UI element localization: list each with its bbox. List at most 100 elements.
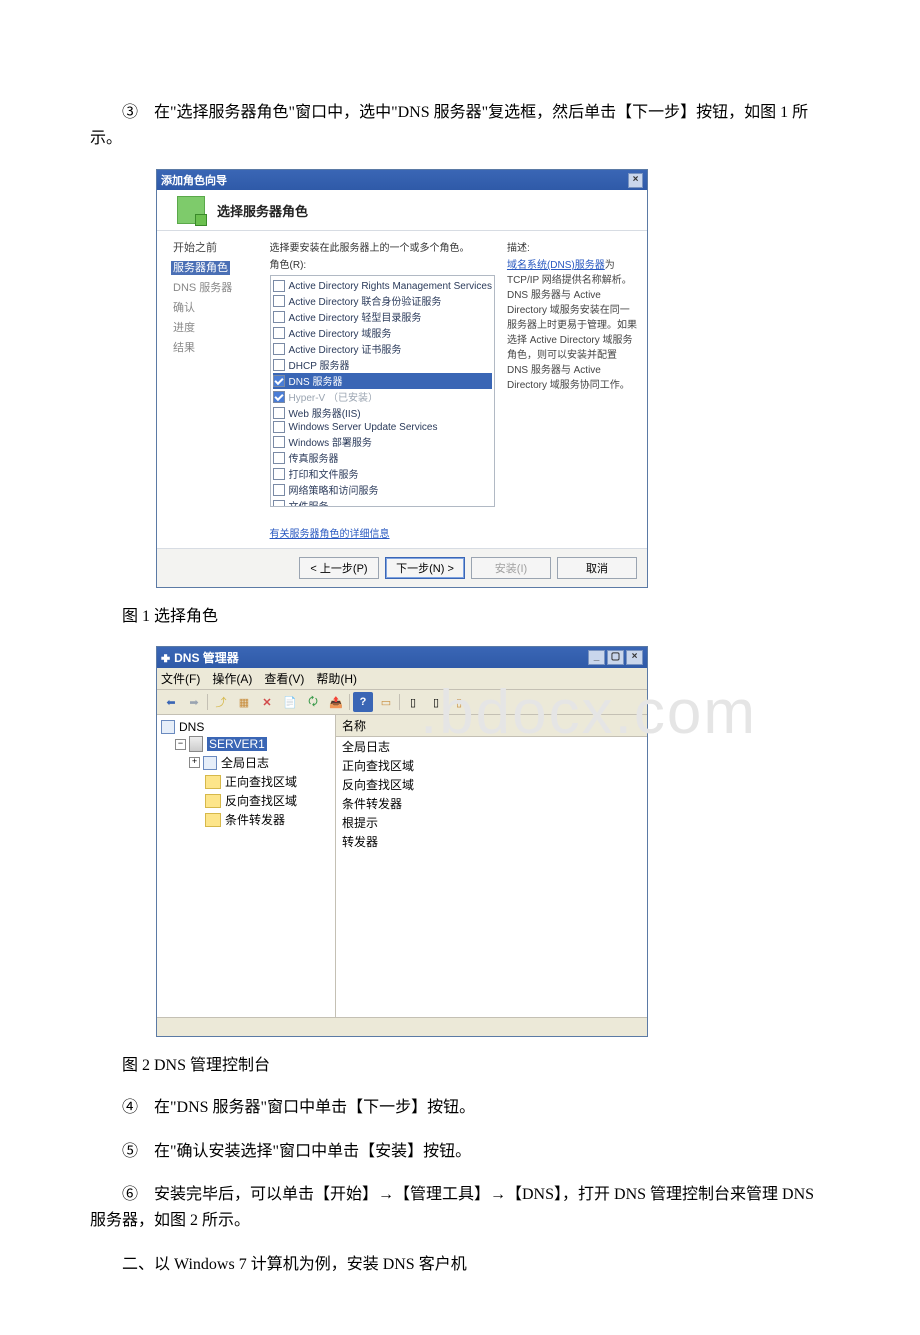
export-icon[interactable]: 📤 bbox=[326, 692, 346, 712]
dns-menubar: 文件(F) 操作(A) 查看(V) 帮助(H) bbox=[157, 668, 647, 690]
role-checkbox-item[interactable]: DHCP 服务器 bbox=[273, 357, 492, 373]
role-checkbox-item[interactable]: Active Directory 域服务 bbox=[273, 325, 492, 341]
view3-icon[interactable]: ▯ bbox=[449, 692, 469, 712]
folder-icon bbox=[205, 775, 221, 789]
checkbox-icon[interactable] bbox=[273, 359, 285, 371]
tree-reverse-zones[interactable]: 反向查找区域 bbox=[161, 791, 331, 810]
role-checkbox-item[interactable]: Active Directory 联合身份验证服务 bbox=[273, 293, 492, 309]
minimize-icon[interactable]: _ bbox=[588, 650, 605, 665]
close-icon[interactable]: × bbox=[626, 650, 643, 665]
menu-help[interactable]: 帮助(H) bbox=[316, 670, 357, 687]
up-icon[interactable]: ⤴ bbox=[211, 692, 231, 712]
list-item[interactable]: 正向查找区域 bbox=[336, 756, 647, 775]
checkbox-icon bbox=[273, 391, 285, 403]
menu-action[interactable]: 操作(A) bbox=[212, 670, 252, 687]
checkbox-icon[interactable] bbox=[273, 407, 285, 419]
list-item[interactable]: 根提示 bbox=[336, 813, 647, 832]
role-label: Active Directory 轻型目录服务 bbox=[289, 309, 422, 324]
tree-server[interactable]: − SERVER1 bbox=[161, 735, 331, 753]
nav-results[interactable]: 结果 bbox=[173, 339, 264, 355]
tree-global-logs[interactable]: + 全局日志 bbox=[161, 753, 331, 772]
list-item[interactable]: 转发器 bbox=[336, 832, 647, 851]
checkbox-icon[interactable] bbox=[273, 327, 285, 339]
role-checkbox-item[interactable]: Active Directory 轻型目录服务 bbox=[273, 309, 492, 325]
screenshot-add-roles-wizard: 添加角色向导 × 选择服务器角色 开始之前 服务器角色 DNS 服务器 确认 进… bbox=[156, 169, 648, 588]
collapse-icon[interactable]: − bbox=[175, 739, 186, 750]
properties-icon[interactable]: 📄 bbox=[280, 692, 300, 712]
tree-conditional-forwarders[interactable]: 条件转发器 bbox=[161, 810, 331, 829]
list-item[interactable]: 反向查找区域 bbox=[336, 775, 647, 794]
role-checkbox-item[interactable]: Windows Server Update Services bbox=[273, 421, 492, 434]
wizard-footer: < 上一步(P) 下一步(N) > 安装(I) 取消 bbox=[157, 548, 647, 587]
nav-before-begin[interactable]: 开始之前 bbox=[173, 239, 264, 255]
paragraph-step-6: ⑥ 安装完毕后，可以单击【开始】→【管理工具】→【DNS】，打开 DNS 管理控… bbox=[90, 1182, 830, 1233]
role-checkbox-item[interactable]: DNS 服务器 bbox=[273, 373, 492, 389]
tree-root[interactable]: DNS bbox=[161, 719, 331, 735]
nav-progress[interactable]: 进度 bbox=[173, 319, 264, 335]
wizard-header-icon bbox=[177, 196, 205, 224]
view1-icon[interactable]: ▯ bbox=[403, 692, 423, 712]
maximize-icon[interactable]: ▢ bbox=[607, 650, 624, 665]
nav-dns-server[interactable]: DNS 服务器 bbox=[173, 279, 264, 295]
nav-confirm[interactable]: 确认 bbox=[173, 299, 264, 315]
checkbox-icon[interactable] bbox=[273, 421, 285, 433]
checkbox-icon[interactable] bbox=[273, 295, 285, 307]
role-checkbox-item[interactable]: Active Directory Rights Management Servi… bbox=[273, 280, 492, 293]
checkbox-icon[interactable] bbox=[273, 280, 285, 292]
role-checkbox-item[interactable]: 传真服务器 bbox=[273, 450, 492, 466]
role-checkbox-item: Hyper-V （已安装） bbox=[273, 389, 492, 405]
checkbox-icon[interactable] bbox=[273, 343, 285, 355]
checkbox-icon[interactable] bbox=[273, 452, 285, 464]
paragraph-step-5: ⑤ 在"确认安装选择"窗口中单击【安装】按钮。 bbox=[90, 1139, 830, 1165]
menu-view[interactable]: 查看(V) bbox=[264, 670, 304, 687]
dns-icon bbox=[161, 720, 175, 734]
filter1-icon[interactable]: ▭ bbox=[376, 692, 396, 712]
role-checkbox-item[interactable]: Web 服务器(IIS) bbox=[273, 405, 492, 421]
wizard-title: 添加角色向导 bbox=[161, 172, 227, 188]
figure-1-caption: 图 1 选择角色 bbox=[90, 602, 830, 626]
dns-window-title: DNS 管理器 bbox=[174, 651, 239, 665]
previous-button[interactable]: < 上一步(P) bbox=[299, 557, 379, 579]
dns-tree[interactable]: DNS − SERVER1 + 全局日志 正向查找区域 bbox=[157, 715, 336, 1017]
role-label: 文件服务 bbox=[289, 498, 329, 507]
checkbox-icon[interactable] bbox=[273, 375, 285, 387]
delete-icon[interactable]: ✕ bbox=[257, 692, 277, 712]
roles-more-link[interactable]: 有关服务器角色的详细信息 bbox=[270, 525, 495, 540]
expand-icon[interactable]: + bbox=[189, 757, 200, 768]
checkbox-icon[interactable] bbox=[273, 468, 285, 480]
checkbox-icon[interactable] bbox=[273, 311, 285, 323]
logs-icon bbox=[203, 756, 217, 770]
nav-server-roles[interactable]: 服务器角色 bbox=[171, 261, 230, 275]
checkbox-icon[interactable] bbox=[273, 484, 285, 496]
view2-icon[interactable]: ▯ bbox=[426, 692, 446, 712]
close-icon[interactable]: × bbox=[628, 173, 643, 188]
help-icon[interactable]: ? bbox=[353, 692, 373, 712]
checkbox-icon[interactable] bbox=[273, 436, 285, 448]
wizard-header-title: 选择服务器角色 bbox=[217, 201, 308, 220]
wizard-header: 选择服务器角色 bbox=[157, 190, 647, 231]
role-checkbox-item[interactable]: 打印和文件服务 bbox=[273, 466, 492, 482]
role-checkbox-item[interactable]: 网络策略和访问服务 bbox=[273, 482, 492, 498]
list-item[interactable]: 条件转发器 bbox=[336, 794, 647, 813]
next-button[interactable]: 下一步(N) > bbox=[385, 557, 465, 579]
role-label: Hyper-V （已安装） bbox=[289, 389, 378, 404]
description-link[interactable]: 域名系统(DNS)服务器 bbox=[507, 260, 605, 271]
dns-list[interactable]: 名称 全局日志 正向查找区域 反向查找区域 条件转发器 根提示 转发器 bbox=[336, 715, 647, 1017]
role-label: Active Directory 域服务 bbox=[289, 325, 392, 340]
cancel-button[interactable]: 取消 bbox=[557, 557, 637, 579]
tree-forward-zones[interactable]: 正向查找区域 bbox=[161, 772, 331, 791]
wizard-hint: 选择要安装在此服务器上的一个或多个角色。 bbox=[270, 239, 495, 254]
menu-file[interactable]: 文件(F) bbox=[161, 670, 200, 687]
back-icon[interactable]: ⬅ bbox=[161, 692, 181, 712]
list-column-name[interactable]: 名称 bbox=[336, 715, 647, 737]
show-hide-icon[interactable]: ▦ bbox=[234, 692, 254, 712]
refresh-icon[interactable]: 🗘 bbox=[303, 692, 323, 712]
forward-icon[interactable]: ➡ bbox=[184, 692, 204, 712]
checkbox-icon[interactable] bbox=[273, 500, 285, 508]
role-checkbox-item[interactable]: Windows 部署服务 bbox=[273, 434, 492, 450]
role-checkbox-item[interactable]: 文件服务 bbox=[273, 498, 492, 507]
role-checkbox-item[interactable]: Active Directory 证书服务 bbox=[273, 341, 492, 357]
description-text: 域名系统(DNS)服务器为 TCP/IP 网络提供名称解析。DNS 服务器与 A… bbox=[507, 256, 639, 391]
roles-list[interactable]: Active Directory Rights Management Servi… bbox=[270, 275, 495, 507]
list-item[interactable]: 全局日志 bbox=[336, 737, 647, 756]
